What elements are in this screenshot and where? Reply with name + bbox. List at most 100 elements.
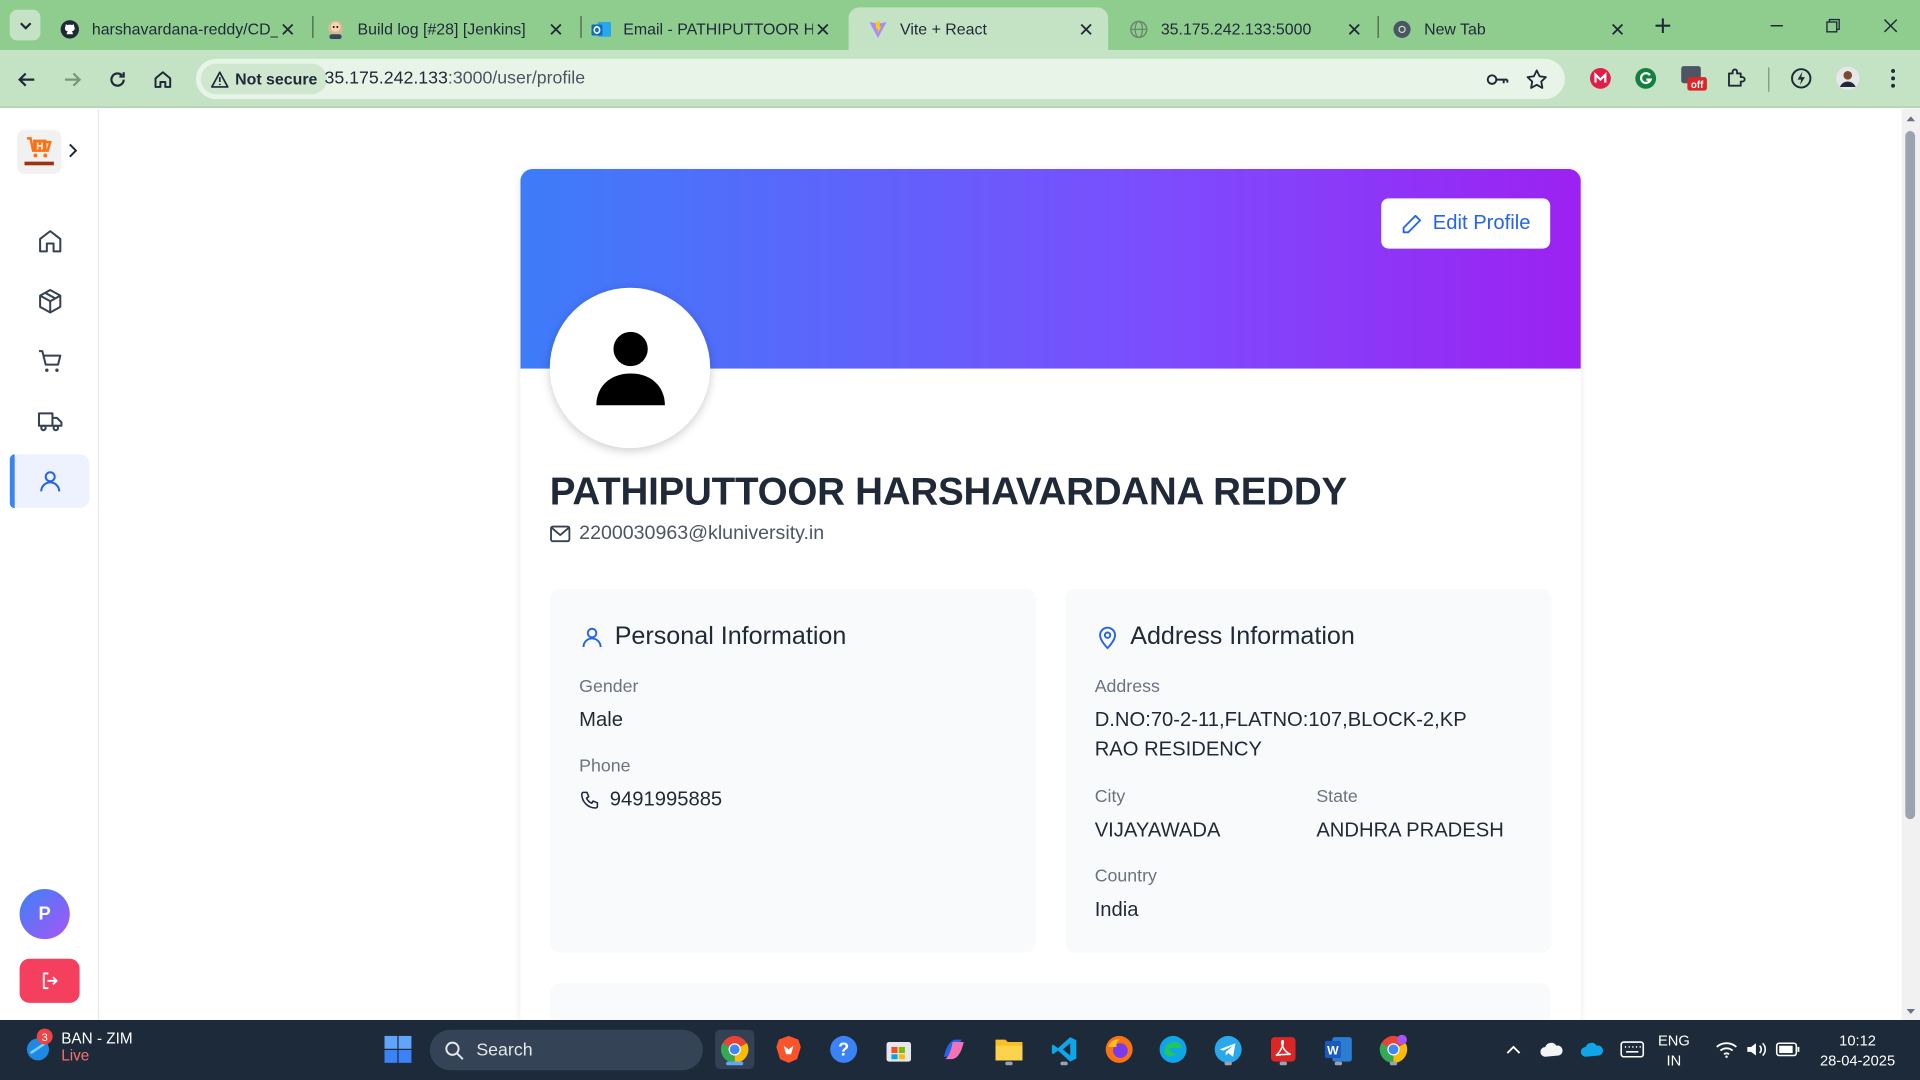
sidebar-item-profile[interactable]: [9, 454, 90, 509]
tab-title: harshavardana-reddy/CD_Fullstack-Proj: [91, 19, 278, 38]
taskbar-telegram[interactable]: [1209, 1030, 1248, 1069]
cart-icon: [38, 350, 61, 372]
phone-label: Phone: [579, 756, 631, 777]
scroll-down-icon[interactable]: [1902, 1005, 1920, 1017]
sidebar-item-cart[interactable]: [10, 334, 90, 388]
restore-button[interactable]: [1820, 12, 1847, 39]
weather-title: BAN - ZIM: [61, 1029, 133, 1047]
sidebar-item-home[interactable]: [10, 214, 90, 268]
reload-button[interactable]: [103, 65, 132, 94]
scrollbar-thumb[interactable]: [1905, 131, 1916, 820]
new-tab-button[interactable]: [1649, 12, 1676, 39]
keyboard-icon[interactable]: [1620, 1037, 1645, 1061]
taskbar-chrome[interactable]: [715, 1029, 755, 1069]
address-value: D.NO:70-2-11,FLATNO:107,BLOCK-2,KP RAO R…: [1094, 708, 1467, 761]
logout-button[interactable]: [19, 958, 80, 1003]
sidebar-expand-button[interactable]: [61, 136, 83, 165]
bookmark-star-icon[interactable]: [1526, 69, 1548, 91]
start-button[interactable]: [378, 1030, 417, 1069]
scroll-up-icon[interactable]: [1902, 113, 1920, 125]
taskbar-search[interactable]: Search: [429, 1029, 703, 1071]
address-bar[interactable]: Not secure 35.175.242.133:3000/user/prof…: [195, 58, 1565, 100]
user-icon: [39, 471, 60, 492]
taskbar-word[interactable]: W: [1319, 1030, 1358, 1069]
logout-icon: [42, 972, 57, 990]
tab-new-tab[interactable]: New Tab: [1373, 7, 1640, 50]
address-info-header: Address Information: [1095, 622, 1355, 651]
profile-avatar: [549, 287, 711, 449]
tab-vite-react[interactable]: Vite + React: [848, 7, 1109, 51]
close-tab-icon[interactable]: [546, 19, 566, 39]
warning-icon: [210, 70, 229, 88]
extension-m-icon[interactable]: [1587, 65, 1614, 92]
cricket-icon: 3: [22, 1028, 54, 1063]
mail-icon: [550, 525, 571, 543]
page-viewport: H P Edit Profile PATHIPUTTOOR HARSHAVARD…: [0, 108, 1920, 1021]
back-button[interactable]: [12, 65, 41, 94]
github-icon: [60, 19, 79, 38]
app-logo[interactable]: H: [17, 129, 62, 174]
tab-title: Vite + React: [900, 19, 987, 38]
close-tab-icon[interactable]: [1608, 19, 1628, 39]
battery-icon[interactable]: [1775, 1037, 1800, 1061]
taskbar-vscode[interactable]: [1044, 1030, 1083, 1069]
weather-sub: Live: [61, 1046, 90, 1065]
performance-icon[interactable]: [1788, 65, 1815, 92]
language-indicator[interactable]: ENG IN: [1658, 1031, 1690, 1070]
taskbar-acrobat[interactable]: [1264, 1030, 1303, 1069]
tab-backend[interactable]: 35.175.242.133:5000: [1109, 7, 1376, 50]
extensions-puzzle-icon[interactable]: [1723, 65, 1750, 92]
close-tab-icon[interactable]: [1076, 19, 1096, 39]
close-tab-icon[interactable]: [1344, 19, 1364, 39]
extension-off-icon[interactable]: off: [1680, 65, 1707, 92]
taskbar-store[interactable]: [879, 1030, 918, 1069]
sidebar-item-products[interactable]: [10, 274, 90, 328]
chrome-icon: [720, 1035, 749, 1063]
tab-title: Build log [#28] [Jenkins]: [357, 19, 526, 38]
onedrive-blue-icon[interactable]: [1580, 1037, 1605, 1061]
tab-github[interactable]: harshavardana-reddy/CD_Fullstack-Proj: [40, 7, 309, 50]
volume-icon[interactable]: [1745, 1037, 1769, 1061]
wifi-icon[interactable]: [1714, 1037, 1738, 1061]
close-window-button[interactable]: [1877, 12, 1904, 39]
chrome-icon: [1393, 20, 1411, 38]
region-code: IN: [1666, 1051, 1682, 1069]
tab-search-button[interactable]: [9, 9, 41, 41]
show-hidden-icons-button[interactable]: [1501, 1037, 1525, 1061]
tab-outlook[interactable]: Email - PATHIPUTTOOR HARSHAVARDANA: [572, 7, 845, 50]
language-code: ENG: [1657, 1032, 1690, 1050]
word-icon: W: [1324, 1037, 1352, 1062]
svg-text:off: off: [1691, 80, 1704, 91]
menu-kebab-icon[interactable]: [1880, 65, 1907, 92]
edit-profile-button[interactable]: Edit Profile: [1381, 198, 1551, 249]
user-avatar[interactable]: P: [19, 888, 70, 940]
close-tab-icon[interactable]: [813, 19, 833, 39]
taskbar-brave[interactable]: [769, 1030, 808, 1069]
page-scrollbar[interactable]: [1901, 108, 1920, 1021]
tab-jenkins[interactable]: Build log [#28] [Jenkins]: [306, 7, 578, 50]
taskbar-edge[interactable]: [1153, 1030, 1192, 1069]
taskbar-copilot[interactable]: [934, 1030, 973, 1069]
personal-info-title: Personal Information: [614, 622, 847, 651]
taskbar-file-explorer[interactable]: [989, 1030, 1028, 1069]
personal-info-panel: Personal Information Gender Male Phone 9…: [549, 588, 1036, 953]
extension-grammarly-icon[interactable]: [1632, 65, 1659, 92]
close-tab-icon[interactable]: [278, 19, 298, 39]
password-key-icon[interactable]: [1485, 69, 1509, 91]
home-button[interactable]: [148, 65, 177, 94]
taskbar-chrome-profile[interactable]: [1374, 1030, 1413, 1069]
city-value: VIJAYAWADA: [1094, 819, 1221, 842]
forward-button[interactable]: [58, 65, 87, 94]
weather-widget[interactable]: 3 BAN - ZIM Live: [22, 1028, 133, 1065]
gender-label: Gender: [579, 677, 639, 697]
security-chip[interactable]: Not secure: [200, 63, 328, 95]
taskbar-firefox[interactable]: [1100, 1030, 1139, 1069]
minimize-button[interactable]: [1763, 12, 1790, 39]
onedrive-white-icon[interactable]: [1540, 1037, 1564, 1061]
profile-avatar-icon[interactable]: [1834, 65, 1861, 92]
taskbar-help[interactable]: ?: [824, 1030, 863, 1069]
clock[interactable]: 10:12 28-04-2025: [1815, 1031, 1901, 1070]
country-value: India: [1094, 898, 1139, 921]
sidebar-item-orders[interactable]: [10, 394, 90, 448]
edge-icon: [1159, 1035, 1187, 1063]
